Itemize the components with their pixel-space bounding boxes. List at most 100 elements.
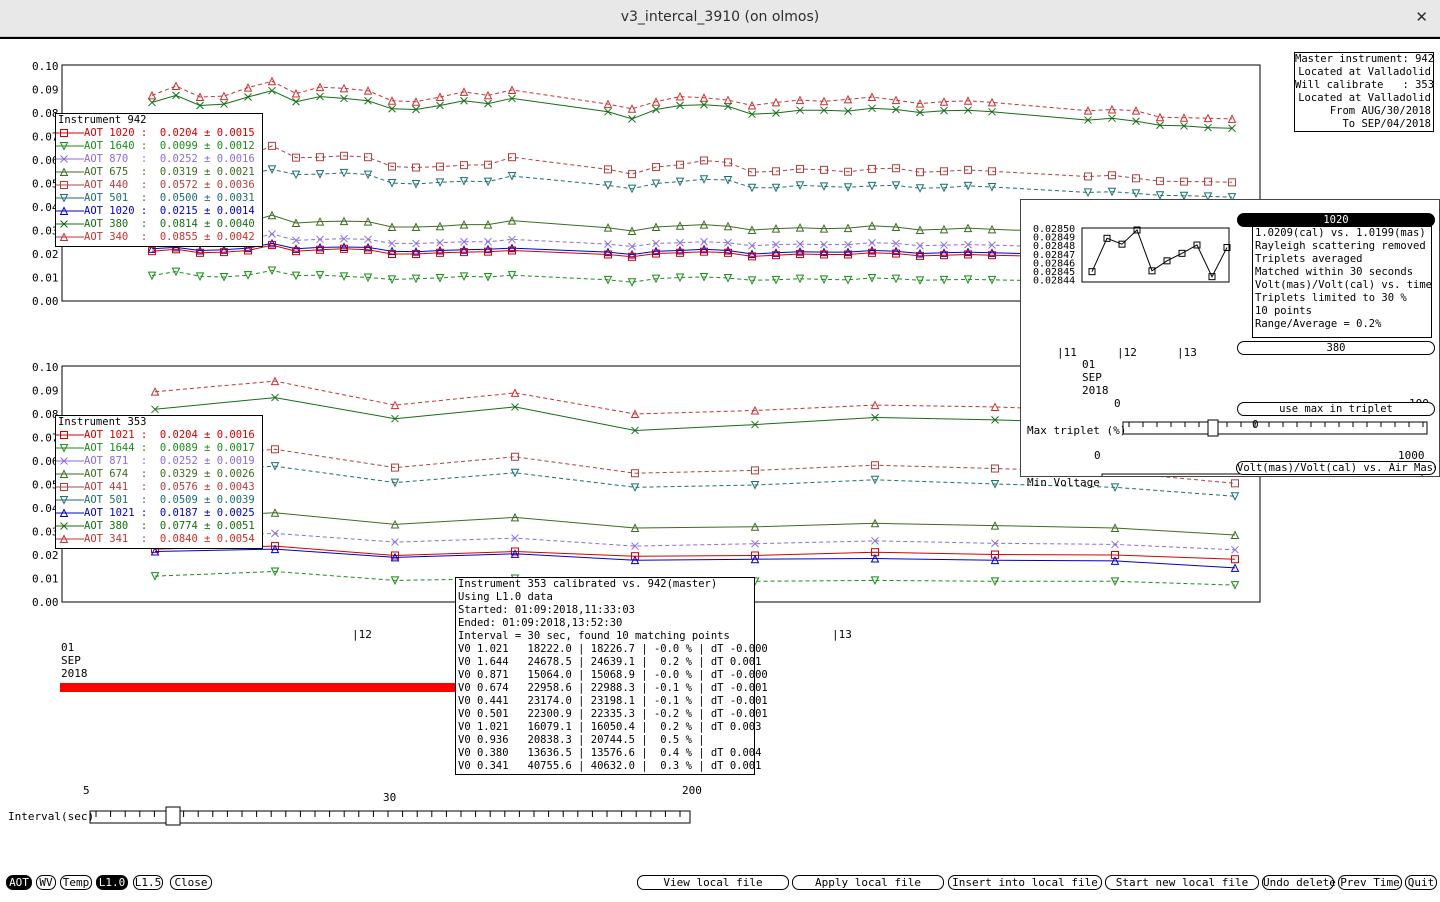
- master-info-line: To SEP/04/2018: [1342, 118, 1431, 130]
- down-marker-icon: [56, 142, 84, 151]
- legend-value: 0.0329 ± 0.0026: [147, 468, 255, 480]
- wavelength-selector[interactable]: 1020: [1237, 213, 1435, 227]
- legend-value: 0.0099 ± 0.0012: [147, 140, 255, 152]
- calibration-line: V0 0.441 23174.0 | 23198.1 | -0.1 % | dT…: [458, 695, 768, 707]
- apply-local-file-button[interactable]: Apply local file: [792, 875, 944, 890]
- calibration-results: Instrument 353 calibrated vs. 942(master…: [455, 577, 768, 775]
- data-point: [868, 238, 876, 247]
- mode-button-aot[interactable]: AOT: [6, 875, 32, 890]
- legend-label: AOT 675 :: [84, 166, 148, 178]
- mini-xtick-12: |12: [1117, 346, 1137, 359]
- data-point: [483, 90, 493, 100]
- y-tick-label: 0.10: [32, 60, 59, 73]
- max-triplet-thumb[interactable]: [1207, 419, 1219, 437]
- y-tick-label: 0.01: [32, 573, 59, 586]
- wavelength2-selector[interactable]: 380: [1237, 341, 1435, 355]
- legend-value: 0.0500 ± 0.0031: [147, 192, 255, 204]
- window-titlebar: v3_intercal_3910 (on olmos) ✕: [0, 0, 1440, 37]
- mode-button-l10[interactable]: L1.0: [96, 875, 128, 890]
- legend-row: AOT 1020 : 0.0215 ± 0.0014: [56, 205, 262, 218]
- legend-row: AOT 380 : 0.0774 ± 0.0051: [56, 520, 262, 533]
- series-line: [151, 168, 1233, 198]
- mode-button-close[interactable]: Close: [170, 875, 212, 890]
- calibration-line: V0 0.674 22958.6 | 22988.3 | -0.1 % | dT…: [458, 682, 768, 694]
- data-point: [268, 86, 276, 95]
- legend-row: AOT 380 : 0.0814 ± 0.0040: [56, 218, 262, 231]
- undo-delete-button[interactable]: Undo delete: [1262, 875, 1336, 890]
- series-line: [154, 512, 1236, 536]
- data-point: [292, 97, 300, 106]
- legend-row: AOT 501 : 0.0500 ± 0.0031: [56, 192, 262, 205]
- close-window-icon[interactable]: ✕: [1415, 8, 1428, 26]
- calibration-line: V0 1.021 16079.1 | 16050.4 | 0.2 % | dT …: [458, 721, 762, 733]
- legend-label: AOT 380 :: [84, 520, 148, 532]
- min-voltage-min: 0: [1094, 449, 1101, 462]
- calibration-line: V0 0.380 13636.5 | 13576.6 | 0.4 % | dT …: [458, 747, 762, 759]
- option-item[interactable]: Volt(mas)/Volt(cal) vs. time: [1255, 279, 1432, 292]
- legend-value: 0.0576 ± 0.0043: [147, 481, 255, 493]
- data-point: [1111, 540, 1119, 549]
- legend-value: 0.0252 ± 0.0016: [147, 153, 255, 165]
- option-item[interactable]: 10 points: [1255, 305, 1431, 318]
- max-triplet-min: 0: [1114, 397, 1121, 410]
- x-marker-icon: [56, 155, 84, 163]
- calibration-line: V0 0.501 22300.9 | 22335.3 | -0.2 % | dT…: [458, 708, 768, 720]
- data-point: [628, 115, 636, 123]
- series-line: [154, 532, 1236, 551]
- use-max-triplet-button[interactable]: use max in triplet: [1237, 402, 1435, 416]
- square-marker-icon: [56, 181, 84, 189]
- data-point: [1228, 178, 1236, 187]
- legend-value: 0.0572 ± 0.0036: [147, 179, 255, 191]
- mode-button-l15[interactable]: L1.5: [133, 875, 163, 890]
- down-marker-icon: [56, 194, 84, 203]
- quit-button[interactable]: Quit: [1405, 875, 1437, 890]
- calibration-line: Ended: 01:09:2018,13:52:30: [458, 617, 623, 629]
- master-info-line: From AUG/30/2018: [1329, 105, 1431, 117]
- up-marker-icon: [56, 232, 84, 241]
- interval-slider[interactable]: [89, 806, 691, 826]
- master-info-line: Located at Valladolid: [1298, 92, 1431, 104]
- min-voltage-mid: 0: [1252, 418, 1259, 431]
- series-line: [151, 80, 1233, 120]
- option-item[interactable]: Matched within 30 seconds: [1255, 266, 1431, 279]
- view-local-file-button[interactable]: View local file: [637, 875, 789, 890]
- option-item[interactable]: Triplets limited to 30 %: [1255, 292, 1431, 305]
- legend-value: 0.0215 ± 0.0014: [147, 205, 255, 217]
- calibration-line: Interval = 30 sec, found 10 matching poi…: [458, 630, 730, 642]
- data-point: [508, 153, 516, 162]
- interval-slider-thumb[interactable]: [165, 806, 181, 826]
- calibration-line: V0 0.936 20838.3 | 20744.5 | 0.5 % |: [458, 734, 705, 746]
- prev-time-button[interactable]: Prev Time: [1338, 875, 1402, 890]
- calibration-line: Using L1.0 data: [458, 591, 553, 603]
- series-line: [151, 90, 1233, 129]
- legend-row: AOT 441 : 0.0576 ± 0.0043: [56, 481, 262, 494]
- legend-row: AOT 1021 : 0.0187 ± 0.0025: [56, 507, 262, 520]
- option-item[interactable]: Rayleigh scattering removed: [1255, 240, 1431, 253]
- legend-label: AOT 870 :: [84, 153, 148, 165]
- option-item[interactable]: 1.0209(cal) vs. 1.0199(mas): [1255, 227, 1431, 240]
- legend-label: AOT 1021 :: [84, 507, 148, 519]
- plot2-xtick-13: |13: [832, 628, 852, 641]
- series-line: [154, 545, 1236, 560]
- calibration-line: Instrument 353 calibrated vs. 942(master…: [458, 578, 718, 590]
- legend-row: AOT 871 : 0.0252 ± 0.0019: [56, 455, 262, 468]
- y-tick-label: 0.00: [32, 596, 59, 609]
- insert-into-local-file-button[interactable]: Insert into local file: [948, 875, 1102, 890]
- data-point: [700, 237, 708, 246]
- legend-label: AOT 1021 :: [84, 429, 148, 441]
- option-item[interactable]: Triplets averaged: [1255, 253, 1431, 266]
- mode-button-temp[interactable]: Temp: [60, 875, 92, 890]
- window-title: v3_intercal_3910 (on olmos): [620, 9, 820, 25]
- legend-row: AOT 675 : 0.0319 ± 0.0021: [56, 166, 262, 179]
- legend-row: AOT 674 : 0.0329 ± 0.0026: [56, 468, 262, 481]
- max-triplet-slider[interactable]: [1122, 419, 1428, 437]
- airmass-plot-button[interactable]: Volt(mas)/Volt(cal) vs. Air Mass: [1236, 461, 1436, 475]
- date-month: SEP: [61, 654, 81, 667]
- legend-label: AOT 380 :: [84, 218, 148, 230]
- up-marker-icon: [56, 534, 84, 543]
- start-new-local-file-button[interactable]: Start new local file: [1105, 875, 1259, 890]
- mode-button-wv[interactable]: WV: [36, 875, 56, 890]
- calibration-line: V0 1.644 24678.5 | 24639.1 | 0.2 % | dT …: [458, 656, 762, 668]
- option-item[interactable]: Range/Average = 0.2%: [1255, 318, 1431, 331]
- y-tick-label: 0.01: [32, 272, 59, 285]
